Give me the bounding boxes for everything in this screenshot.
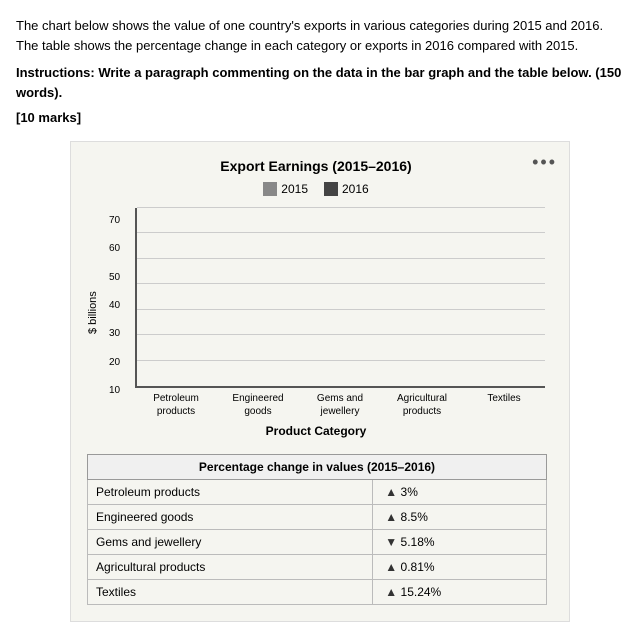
table-header: Percentage change in values (2015–2016) (88, 455, 547, 480)
table-row: Engineered goods ▲ 8.5% (88, 505, 547, 530)
arrow-up-5: ▲ (385, 585, 397, 599)
y-tick-10: 10 (109, 386, 120, 396)
y-tick-50: 50 (109, 273, 120, 283)
table-row: Petroleum products ▲ 3% (88, 480, 547, 505)
arrow-down-3: ▼ (385, 535, 397, 549)
y-tick-30: 30 (109, 329, 120, 339)
table-wrapper: Percentage change in values (2015–2016) … (87, 454, 547, 605)
x-label-petroleum: Petroleumproducts (146, 392, 206, 418)
more-button[interactable]: ••• (532, 152, 557, 173)
arrow-up-2: ▲ (385, 510, 397, 524)
y-tick-20: 20 (109, 358, 120, 368)
y-tick-40: 40 (109, 301, 120, 311)
table-row: Textiles ▲ 15.24% (88, 580, 547, 605)
legend-box-2015 (263, 182, 277, 196)
table-cell-category-4: Agricultural products (88, 555, 373, 580)
chart-area: $ billions (87, 208, 545, 418)
intro-sentence1: The chart below shows the value of one c… (16, 18, 603, 53)
table-cell-category-5: Textiles (88, 580, 373, 605)
legend-label-2016: 2016 (342, 182, 369, 196)
y-tick-60: 60 (109, 244, 120, 254)
table-cell-category-3: Gems and jewellery (88, 530, 373, 555)
y-tick-70: 70 (109, 216, 120, 226)
x-label-engineered: Engineeredgoods (228, 392, 288, 418)
instructions-bold: Instructions: Write a paragraph commenti… (16, 65, 621, 100)
legend-box-2016 (324, 182, 338, 196)
table-cell-value-5: ▲ 15.24% (373, 580, 547, 605)
arrow-up-1: ▲ (385, 485, 397, 499)
table-row: Gems and jewellery ▼ 5.18% (88, 530, 547, 555)
marks-text: [10 marks] (16, 110, 624, 125)
chart-container: ••• Export Earnings (2015–2016) 2015 201… (70, 141, 570, 622)
table-cell-value-1: ▲ 3% (373, 480, 547, 505)
x-axis-title: Product Category (87, 424, 545, 438)
table-cell-value-2: ▲ 8.5% (373, 505, 547, 530)
chart-title: Export Earnings (2015–2016) (87, 158, 545, 174)
table-cell-category-2: Engineered goods (88, 505, 373, 530)
x-labels: Petroleumproducts Engineeredgoods Gems a… (135, 392, 545, 418)
y-axis-numbers: 10 20 30 40 50 60 70 (109, 216, 120, 396)
legend-2015: 2015 (263, 182, 308, 196)
table-cell-value-3: ▼ 5.18% (373, 530, 547, 555)
intro-text: The chart below shows the value of one c… (16, 16, 624, 55)
table-cell-category-1: Petroleum products (88, 480, 373, 505)
x-label-gems: Gems andjewellery (310, 392, 370, 418)
chart-inner: Petroleumproducts Engineeredgoods Gems a… (103, 208, 545, 418)
legend-label-2015: 2015 (281, 182, 308, 196)
x-label-textiles: Textiles (474, 392, 534, 418)
percentage-table: Percentage change in values (2015–2016) … (87, 454, 547, 605)
chart-legend: 2015 2016 (87, 182, 545, 196)
instructions-text: Instructions: Write a paragraph commenti… (16, 63, 624, 102)
x-label-agricultural: Agriculturalproducts (392, 392, 452, 418)
table-cell-value-4: ▲ 0.81% (373, 555, 547, 580)
bars-and-grid (135, 208, 545, 388)
y-axis-label: $ billions (87, 208, 99, 418)
table-row: Agricultural products ▲ 0.81% (88, 555, 547, 580)
arrow-up-4: ▲ (385, 560, 397, 574)
legend-2016: 2016 (324, 182, 369, 196)
